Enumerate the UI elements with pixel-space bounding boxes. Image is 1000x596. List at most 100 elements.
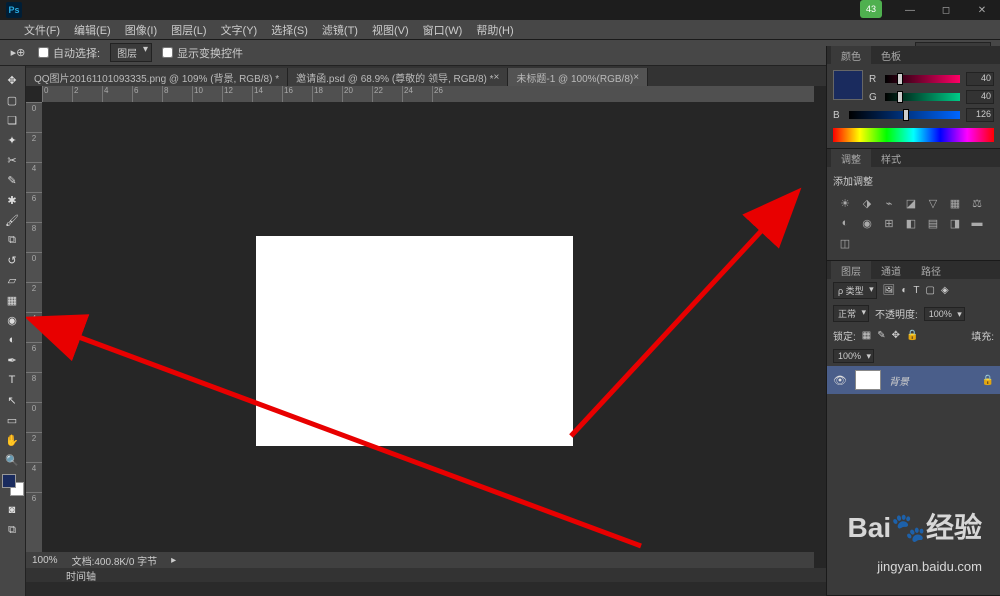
layer-background[interactable]: 👁 背景 🔒 <box>827 366 1000 394</box>
channels-tab[interactable]: 通道 <box>871 261 911 280</box>
notification-badge[interactable]: 43 <box>860 0 882 18</box>
document-tab[interactable]: QQ图片20161101093335.png @ 109% (背景, RGB/8… <box>26 68 288 86</box>
heal-tool-icon[interactable]: ✱ <box>0 190 24 210</box>
r-value[interactable]: 40 <box>966 72 994 86</box>
auto-select-check[interactable]: 自动选择: <box>38 45 100 61</box>
styles-tab[interactable]: 样式 <box>871 149 911 168</box>
quickmask-icon[interactable]: ◙ <box>0 500 24 520</box>
filter-kind-dropdown[interactable]: ρ 类型 <box>833 282 877 299</box>
pen-tool-icon[interactable]: ✒ <box>0 350 24 370</box>
type-tool-icon[interactable]: T <box>0 370 24 390</box>
blur-tool-icon[interactable]: ◉ <box>0 310 24 330</box>
document-tab-active[interactable]: 未标题-1 @ 100%(RGB/8) × <box>508 68 648 86</box>
current-color-swatch[interactable] <box>833 70 863 100</box>
paths-tab[interactable]: 路径 <box>911 261 951 280</box>
adjust-tab[interactable]: 调整 <box>831 149 871 168</box>
history-brush-icon[interactable]: ↺ <box>0 250 24 270</box>
menu-file[interactable]: 文件(F) <box>24 22 60 38</box>
lock-all-icon[interactable]: 🔒 <box>906 330 918 341</box>
wand-tool-icon[interactable]: ✦ <box>0 130 24 150</box>
r-slider[interactable] <box>885 75 960 83</box>
blend-mode-dropdown[interactable]: 正常 <box>833 305 869 322</box>
curves-icon[interactable]: ⌁ <box>881 196 897 210</box>
lock-pixels-icon[interactable]: ▦ <box>862 330 871 341</box>
brightness-icon[interactable]: ☀ <box>837 196 853 210</box>
zoom-value[interactable]: 100% <box>32 555 58 566</box>
type-filter-icon[interactable]: ◈ <box>941 285 949 296</box>
layers-list: 👁 背景 🔒 <box>827 366 1000 595</box>
menu-view[interactable]: 视图(V) <box>372 22 409 38</box>
path-tool-icon[interactable]: ↖ <box>0 390 24 410</box>
shape-tool-icon[interactable]: ▭ <box>0 410 24 430</box>
menu-window[interactable]: 窗口(W) <box>423 22 463 38</box>
doc-size: 文档:400.8K/0 字节 <box>72 553 158 568</box>
timeline-tab[interactable]: 时间轴 <box>26 568 826 582</box>
fill-value[interactable]: 100% <box>833 349 874 363</box>
type-filter-icon[interactable]: T <box>913 285 919 296</box>
canvas[interactable] <box>256 236 573 446</box>
type-filter-icon[interactable]: ◐ <box>901 285 907 296</box>
channel-mixer-icon[interactable]: ⊞ <box>881 216 897 230</box>
menu-image[interactable]: 图像(I) <box>125 22 157 38</box>
opacity-label: 不透明度: <box>875 306 918 321</box>
menu-filter[interactable]: 滤镜(T) <box>322 22 358 38</box>
photo-filter-icon[interactable]: ◉ <box>859 216 875 230</box>
color-swatches[interactable] <box>2 474 24 496</box>
move-tool-icon[interactable]: ✥ <box>0 70 24 90</box>
gradient-map-icon[interactable]: ▬ <box>969 216 985 230</box>
hand-tool-icon[interactable]: ✋ <box>0 430 24 450</box>
brush-tool-icon[interactable]: 🖌 <box>0 210 24 230</box>
menu-layer[interactable]: 图层(L) <box>171 22 206 38</box>
colorbal-icon[interactable]: ⚖ <box>969 196 985 210</box>
exposure-icon[interactable]: ◪ <box>903 196 919 210</box>
lasso-tool-icon[interactable]: ❏ <box>0 110 24 130</box>
canvas-area[interactable]: 02468101214161820222426 02468024680246 1… <box>26 86 826 582</box>
vibrance-icon[interactable]: ▽ <box>925 196 941 210</box>
minimize-button[interactable]: — <box>892 0 928 20</box>
hue-icon[interactable]: ▦ <box>947 196 963 210</box>
layer-name[interactable]: 背景 <box>889 373 974 388</box>
menu-select[interactable]: 选择(S) <box>271 22 308 38</box>
show-transform-check[interactable]: 显示变换控件 <box>162 45 243 61</box>
crop-tool-icon[interactable]: ✂ <box>0 150 24 170</box>
stamp-tool-icon[interactable]: ⧉ <box>0 230 24 250</box>
eraser-tool-icon[interactable]: ▱ <box>0 270 24 290</box>
dodge-tool-icon[interactable]: ◐ <box>0 330 24 350</box>
maximize-button[interactable]: ◻ <box>928 0 964 20</box>
invert-icon[interactable]: ◧ <box>903 216 919 230</box>
eyedropper-tool-icon[interactable]: ✎ <box>0 170 24 190</box>
marquee-tool-icon[interactable]: ▢ <box>0 90 24 110</box>
layers-tab[interactable]: 图层 <box>831 261 871 280</box>
swatches-tab[interactable]: 色板 <box>871 46 911 65</box>
gradient-tool-icon[interactable]: ▦ <box>0 290 24 310</box>
bw-icon[interactable]: ◐ <box>837 216 853 230</box>
spectrum-bar[interactable] <box>833 128 994 142</box>
lock-pos-icon[interactable]: ✥ <box>892 330 900 341</box>
menu-bar: 文件(F) 编辑(E) 图像(I) 图层(L) 文字(Y) 选择(S) 滤镜(T… <box>0 20 1000 40</box>
menu-edit[interactable]: 编辑(E) <box>74 22 111 38</box>
screenmode-icon[interactable]: ⧉ <box>0 520 24 540</box>
b-value[interactable]: 126 <box>966 108 994 122</box>
auto-select-dropdown[interactable]: 图层 <box>110 43 152 62</box>
type-filter-icon[interactable]: ▢ <box>925 285 934 296</box>
color-tab[interactable]: 颜色 <box>831 46 871 65</box>
opacity-value[interactable]: 100% <box>924 307 965 321</box>
document-tab[interactable]: 邀请函.psd @ 68.9% (尊敬的 领导, RGB/8) * × <box>288 68 508 86</box>
type-filter-icon[interactable]: 🖼 <box>883 285 896 296</box>
b-slider[interactable] <box>849 111 960 119</box>
layer-thumbnail[interactable] <box>855 370 881 390</box>
close-button[interactable]: ✕ <box>964 0 1000 20</box>
g-slider[interactable] <box>885 93 960 101</box>
posterize-icon[interactable]: ▤ <box>925 216 941 230</box>
g-value[interactable]: 40 <box>966 90 994 104</box>
levels-icon[interactable]: ⬗ <box>859 196 875 210</box>
threshold-icon[interactable]: ◨ <box>947 216 963 230</box>
menu-type[interactable]: 文字(Y) <box>221 22 258 38</box>
visibility-icon[interactable]: 👁 <box>833 374 847 387</box>
lock-paint-icon[interactable]: ✎ <box>877 330 885 341</box>
right-panels: 颜色 色板 R 40 G 40 B 126 <box>826 46 1000 596</box>
menu-help[interactable]: 帮助(H) <box>476 22 513 38</box>
zoom-tool-icon[interactable]: 🔍 <box>0 450 24 470</box>
selective-color-icon[interactable]: ◫ <box>837 236 853 250</box>
fill-label: 填充: <box>971 328 994 343</box>
